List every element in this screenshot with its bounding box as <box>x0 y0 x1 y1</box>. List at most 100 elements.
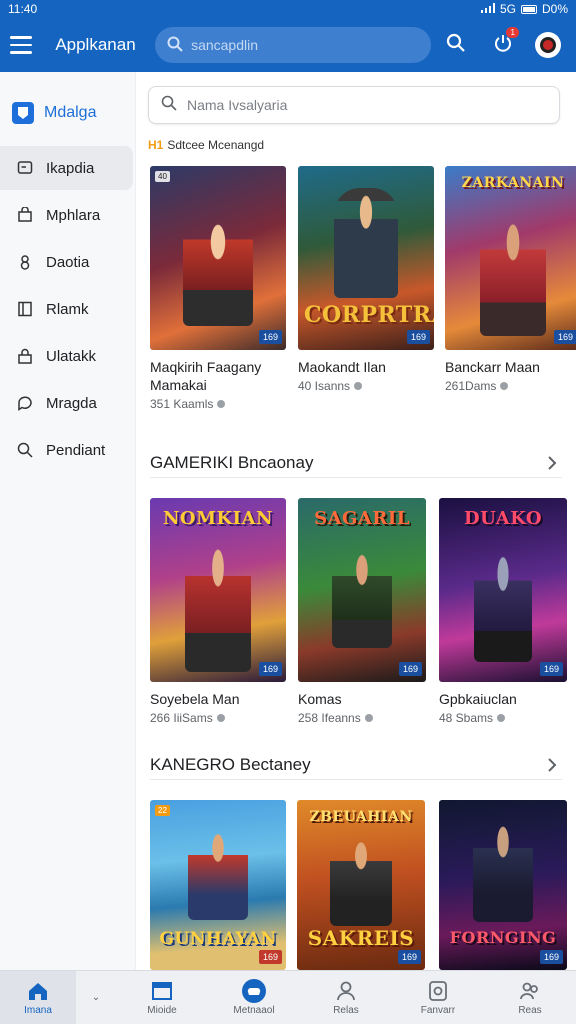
search-icon <box>16 441 34 459</box>
app-bar: Applkanan 1 <box>0 18 576 72</box>
status-bar: 11:40 5G D0% <box>0 0 576 18</box>
sidebar-item-ikapdia[interactable]: Ikapdia <box>0 146 133 190</box>
nav-item-gamepad[interactable]: Metnaaol <box>208 971 300 1024</box>
game-meta-text: 261Dams <box>445 379 497 394</box>
nav-label: Relas <box>333 1005 359 1016</box>
game-title: Komas <box>298 691 342 707</box>
cover-art-title: FORNGING <box>449 928 557 947</box>
game-card[interactable]: FORNGING 169 <box>439 800 567 970</box>
game-card[interactable]: ZBEUAHIAN SAKREIS 169 <box>297 800 425 970</box>
sidebar-brand[interactable]: Mdalga <box>0 88 135 138</box>
profile-icon <box>333 979 359 1003</box>
price-badge: 169 <box>258 950 282 964</box>
nav-item-group[interactable]: Reas <box>484 971 576 1024</box>
cover-art-title-top: ZBEUAHIAN <box>309 809 413 825</box>
profile-button[interactable] <box>531 27 566 63</box>
sidebar-item-mphlara[interactable]: Mphlara <box>0 193 135 237</box>
featured-label-text: Sdtcee Mcenangd <box>167 138 265 152</box>
cover-art-title: NOMKIAN <box>162 508 274 529</box>
sidebar-item-daotia[interactable]: Daotia <box>0 240 135 284</box>
bag-icon <box>16 206 34 224</box>
game-meta: 351 Kaamls <box>150 397 286 411</box>
game-title: Maqkirih Faagany Mamakai <box>150 359 262 394</box>
game-meta: 48 Sbams <box>439 711 567 725</box>
game-card[interactable]: ZARKANAIN 169 Banckarr Maan 261Dams <box>445 166 576 393</box>
sidebar-item-mragda[interactable]: Mragda <box>0 381 135 425</box>
bottom-nav: Imana ⌄ Mioide Metnaaol Relas Fanvarr Re… <box>0 970 576 1024</box>
top-search-input[interactable] <box>191 37 412 53</box>
signal-icon <box>480 2 495 16</box>
game-card[interactable]: CORPRTRA 169 Maokandt Ilan 40 Isanns <box>298 166 434 393</box>
info-dot-icon <box>217 400 226 409</box>
main-search-bar[interactable] <box>148 86 560 124</box>
nav-overflow-chevron-icon[interactable]: ⌄ <box>76 971 116 1024</box>
game-meta-text: 258 Ifeanns <box>298 711 361 726</box>
gamepad-icon <box>241 979 267 1003</box>
info-dot-icon <box>354 382 363 391</box>
sidebar-item-label: Rlamk <box>46 300 89 318</box>
sidebar: Mdalga Ikapdia Mphlara Daotia Rlamk Ulat… <box>0 72 136 970</box>
game-meta: 266 IiiSams <box>150 711 286 725</box>
game-meta: 40 Isanns <box>298 379 434 393</box>
nav-item-library[interactable]: Mioide <box>116 971 208 1024</box>
game-card[interactable]: NOMKIAN 169 Soyebela Man 266 IiiSams <box>150 498 286 725</box>
price-badge: 169 <box>539 662 563 676</box>
sidebar-item-ulatakk[interactable]: Ulatakk <box>0 334 135 378</box>
sidebar-item-label: Daotia <box>46 253 90 271</box>
game-cover-art: DUAKO 169 <box>439 498 567 682</box>
library-icon <box>149 979 175 1003</box>
sidebar-item-pendiant[interactable]: Pendiant <box>0 428 135 472</box>
nav-item-home[interactable]: Imana <box>0 971 76 1024</box>
sidebar-brand-label: Mdalga <box>44 104 97 121</box>
nav-label: Mioide <box>147 1005 177 1016</box>
battery-level: D0% <box>541 2 568 16</box>
game-cover-art: ZBEUAHIAN SAKREIS 169 <box>297 800 425 970</box>
game-meta-text: 266 IiiSams <box>150 711 213 726</box>
main-content: H1 Sdtcee Mcenangd 40 169 Maqkirih Faaga… <box>136 72 576 970</box>
game-meta-text: 351 Kaamls <box>150 397 214 412</box>
price-badge: 169 <box>553 330 576 344</box>
chat-bubble-icon <box>16 394 34 412</box>
chevron-right-icon[interactable] <box>542 755 562 775</box>
nav-label: Reas <box>518 1005 542 1016</box>
chat-box-icon <box>16 159 34 177</box>
corner-badge: 40 <box>155 171 170 182</box>
chevron-right-icon[interactable] <box>542 453 562 473</box>
nav-item-device[interactable]: Fanvarr <box>392 971 484 1024</box>
circle-user-icon <box>16 253 34 271</box>
section-title: GAMERIKI Bncaonay <box>150 452 314 472</box>
price-badge: 169 <box>258 662 282 676</box>
hamburger-menu-icon[interactable] <box>10 31 37 59</box>
main-search-input[interactable] <box>187 97 527 113</box>
game-card[interactable]: 22 GUNHAYAN 169 <box>150 800 286 970</box>
game-cover-art: 22 GUNHAYAN 169 <box>150 800 286 970</box>
price-badge: 169 <box>397 950 421 964</box>
info-dot-icon <box>500 382 509 391</box>
section-header[interactable]: KANEGRO Bectaney <box>150 750 562 780</box>
game-cover-art: NOMKIAN 169 <box>150 498 286 682</box>
game-cover-art: SAGARIL 169 <box>298 498 426 682</box>
battery-icon <box>520 4 537 14</box>
sidebar-item-label: Pendiant <box>46 441 106 459</box>
status-icons: 5G D0% <box>480 2 568 16</box>
group-icon <box>517 979 543 1003</box>
game-title: Maokandt Ilan <box>298 359 386 375</box>
search-icon <box>161 95 177 116</box>
game-card[interactable]: SAGARIL 169 Komas 258 Ifeanns <box>298 498 426 725</box>
top-search-bar[interactable] <box>155 27 431 63</box>
price-badge: 169 <box>406 330 430 344</box>
sidebar-item-label: Ulatakk <box>46 347 97 365</box>
game-cover-art: CORPRTRA 169 <box>298 166 434 350</box>
notifications-button[interactable]: 1 <box>486 27 521 63</box>
search-button[interactable] <box>439 27 474 63</box>
nav-item-profile[interactable]: Relas <box>300 971 392 1024</box>
info-dot-icon <box>216 714 225 723</box>
sidebar-item-rlamk[interactable]: Rlamk <box>0 287 135 331</box>
game-card[interactable]: 40 169 Maqkirih Faagany Mamakai 351 Kaam… <box>150 166 286 411</box>
section-header[interactable]: GAMERIKI Bncaonay <box>150 448 562 478</box>
avatar <box>535 32 562 58</box>
cover-art-title: CORPRTRA <box>304 302 434 328</box>
device-icon <box>425 979 451 1003</box>
game-card[interactable]: DUAKO 169 Gpbkaiuclan 48 Sbams <box>439 498 567 725</box>
corner-badge: 22 <box>155 805 170 816</box>
